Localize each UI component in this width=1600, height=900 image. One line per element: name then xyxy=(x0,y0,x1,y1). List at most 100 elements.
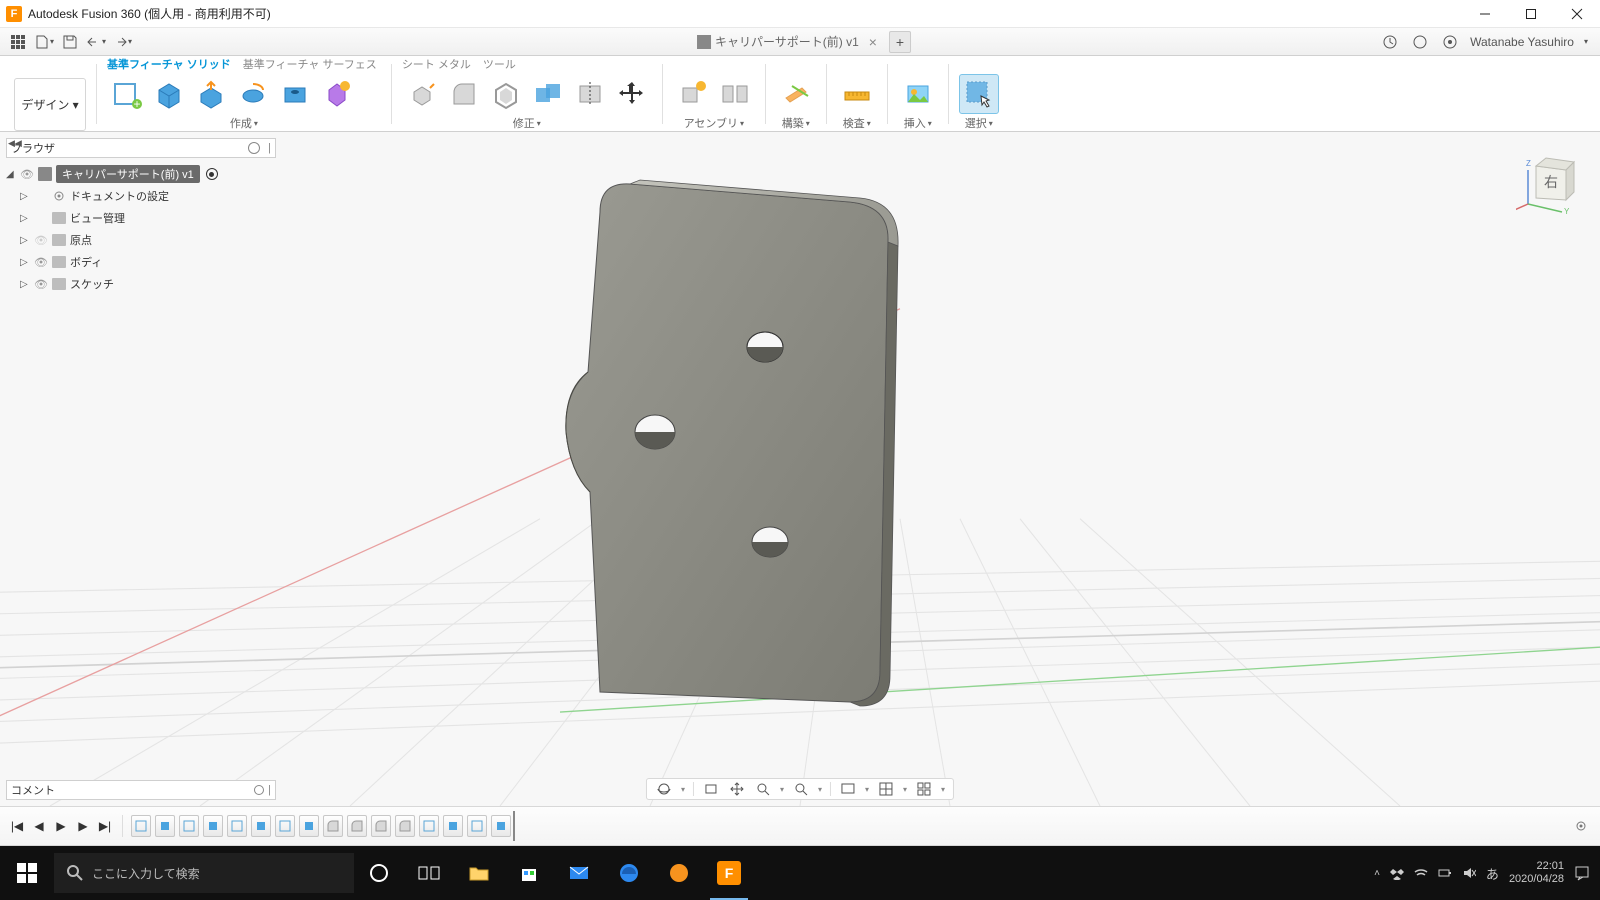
tab-tools[interactable]: ツール xyxy=(483,56,516,74)
timeline-feature[interactable] xyxy=(179,815,199,837)
timeline-feature[interactable] xyxy=(491,815,511,837)
timeline-prev-button[interactable]: ◀ xyxy=(30,817,48,835)
fillet-button[interactable] xyxy=(444,74,484,114)
file-menu-button[interactable]: ▾ xyxy=(32,31,56,53)
hole-button[interactable] xyxy=(275,74,315,114)
edge-taskbar-icon[interactable] xyxy=(604,846,654,900)
pan-icon[interactable] xyxy=(728,780,746,798)
save-button[interactable] xyxy=(58,31,82,53)
comments-pin-icon[interactable] xyxy=(254,785,264,795)
timeline-feature[interactable] xyxy=(419,815,439,837)
start-button[interactable] xyxy=(0,846,54,900)
expand-icon[interactable]: ◢ xyxy=(6,169,16,180)
box-button[interactable] xyxy=(149,74,189,114)
new-document-button[interactable]: + xyxy=(889,31,911,53)
fusion360-taskbar-icon[interactable]: F xyxy=(704,846,754,900)
tab-solid[interactable]: 基準フィーチャ ソリッド xyxy=(107,56,231,74)
task-view-button[interactable] xyxy=(404,846,454,900)
viewport-layout-icon[interactable] xyxy=(915,780,933,798)
user-name-label[interactable]: Watanabe Yasuhiro xyxy=(1470,35,1574,49)
workspace-switcher[interactable]: デザイン ▾ xyxy=(14,78,86,131)
split-button[interactable] xyxy=(570,74,610,114)
combine-button[interactable] xyxy=(528,74,568,114)
shell-button[interactable] xyxy=(486,74,526,114)
action-center-icon[interactable] xyxy=(1574,865,1590,881)
timeline-settings-button[interactable] xyxy=(1572,817,1590,835)
battery-tray-icon[interactable] xyxy=(1438,866,1452,880)
viewport[interactable]: 右 Z Y ◀�inebreaks◀ ブラウザ | .browser-bar s… xyxy=(0,132,1600,806)
orbit-icon[interactable] xyxy=(655,780,673,798)
joint-button[interactable] xyxy=(715,74,755,114)
visibility-icon[interactable]: 👁 xyxy=(20,168,34,181)
browser-collapse-icon[interactable]: ◀◀ xyxy=(8,138,22,149)
insert-button[interactable] xyxy=(898,74,938,114)
visibility-icon[interactable]: 👁 xyxy=(34,234,48,247)
visibility-icon[interactable]: 👁 xyxy=(34,278,48,291)
comments-panel-header[interactable]: コメント | xyxy=(6,780,276,800)
timeline-feature[interactable] xyxy=(395,815,415,837)
new-component-button[interactable] xyxy=(673,74,713,114)
timeline-feature[interactable] xyxy=(155,815,175,837)
timeline-feature[interactable] xyxy=(203,815,223,837)
timeline-feature[interactable] xyxy=(299,815,319,837)
window-close-button[interactable] xyxy=(1554,0,1600,28)
document-tab[interactable]: キャリパーサポート(前) v1 × xyxy=(689,33,885,50)
timeline-playhead[interactable] xyxy=(513,811,515,841)
timeline-start-button[interactable]: |◀ xyxy=(8,817,26,835)
form-button[interactable] xyxy=(317,74,357,114)
document-tab-close-button[interactable]: × xyxy=(869,34,877,50)
dropbox-tray-icon[interactable] xyxy=(1390,866,1404,880)
clock[interactable]: 22:01 2020/04/28 xyxy=(1509,860,1564,886)
timeline-feature[interactable] xyxy=(227,815,247,837)
timeline-feature[interactable] xyxy=(347,815,367,837)
timeline-feature[interactable] xyxy=(251,815,271,837)
volume-tray-icon[interactable] xyxy=(1462,866,1476,880)
activate-radio-icon[interactable] xyxy=(206,168,218,180)
move-button[interactable] xyxy=(612,74,652,114)
extensions-icon[interactable] xyxy=(1380,32,1400,52)
ime-tray-icon[interactable]: あ xyxy=(1486,864,1499,883)
tree-item-doc-settings[interactable]: ▷ ドキュメントの設定 xyxy=(6,186,306,206)
timeline-feature[interactable] xyxy=(275,815,295,837)
look-at-icon[interactable] xyxy=(702,780,720,798)
select-button[interactable] xyxy=(959,74,999,114)
zoom-icon[interactable] xyxy=(754,780,772,798)
display-settings-icon[interactable] xyxy=(839,780,857,798)
tab-surface[interactable]: 基準フィーチャ サーフェス xyxy=(243,56,377,74)
expand-icon[interactable]: ▷ xyxy=(20,191,30,202)
redo-button[interactable]: ▾ xyxy=(110,31,134,53)
extrude-button[interactable] xyxy=(191,74,231,114)
undo-button[interactable]: ▾ xyxy=(84,31,108,53)
window-minimize-button[interactable] xyxy=(1462,0,1508,28)
cortana-button[interactable] xyxy=(354,846,404,900)
tree-item-bodies[interactable]: ▷ 👁 ボディ xyxy=(6,252,306,272)
model-body[interactable] xyxy=(560,172,900,712)
browser-pin-icon[interactable] xyxy=(248,142,260,154)
tree-item-sketches[interactable]: ▷ 👁 スケッチ xyxy=(6,274,306,294)
notifications-icon[interactable] xyxy=(1410,32,1430,52)
user-menu-dropdown-icon[interactable]: ▾ xyxy=(1584,37,1588,46)
expand-icon[interactable]: ▷ xyxy=(20,279,30,290)
timeline-feature[interactable] xyxy=(131,815,151,837)
press-pull-button[interactable] xyxy=(402,74,442,114)
job-status-icon[interactable] xyxy=(1440,32,1460,52)
timeline-next-button[interactable]: ▶ xyxy=(74,817,92,835)
grid-settings-icon[interactable] xyxy=(877,780,895,798)
data-panel-button[interactable] xyxy=(6,31,30,53)
store-taskbar-icon[interactable] xyxy=(504,846,554,900)
browser-panel-header[interactable]: ◀�inebreaks◀ ブラウザ | xyxy=(6,138,276,158)
viewcube[interactable]: 右 Z Y xyxy=(1516,152,1580,216)
tray-overflow-icon[interactable]: ˄ xyxy=(1374,868,1380,879)
timeline-feature[interactable] xyxy=(467,815,487,837)
timeline-play-button[interactable]: ▶ xyxy=(52,817,70,835)
expand-icon[interactable]: ▷ xyxy=(20,235,30,246)
tree-item-origin[interactable]: ▷ 👁 原点 xyxy=(6,230,306,250)
mail-taskbar-icon[interactable] xyxy=(554,846,604,900)
timeline-feature[interactable] xyxy=(371,815,391,837)
construct-plane-button[interactable] xyxy=(776,74,816,114)
window-maximize-button[interactable] xyxy=(1508,0,1554,28)
visibility-icon[interactable]: 👁 xyxy=(34,256,48,269)
expand-icon[interactable]: ▷ xyxy=(20,213,30,224)
file-explorer-taskbar-icon[interactable] xyxy=(454,846,504,900)
taskbar-search[interactable]: ここに入力して検索 xyxy=(54,853,354,893)
